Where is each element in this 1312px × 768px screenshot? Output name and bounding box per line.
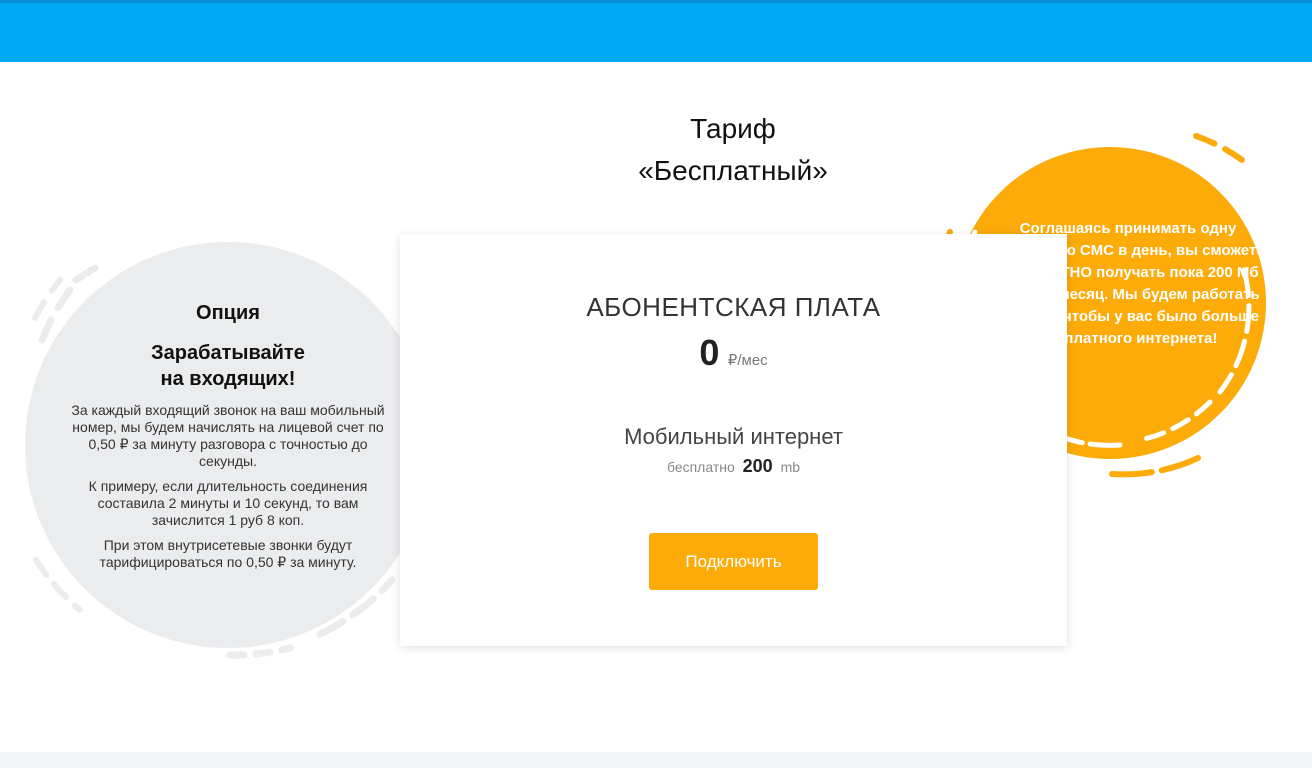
internet-prefix: бесплатно xyxy=(666,459,735,475)
option-description: Опция Зарабатывайте на входящих! За кажд… xyxy=(68,300,388,579)
subscription-fee-label: АБОНЕНТСКАЯ ПЛАТА xyxy=(586,292,881,322)
connect-button[interactable]: Подключить xyxy=(649,533,818,590)
option-paragraph: За каждый входящий звонок на ваш мобильн… xyxy=(71,402,385,469)
footer-strip xyxy=(0,752,1312,768)
mobile-internet-row: бесплатно 200 mb xyxy=(400,456,1067,477)
subscription-fee-unit: ₽/мес xyxy=(727,352,768,369)
option-subtitle-line2: на входящих! xyxy=(160,368,296,390)
mobile-internet-label: Мобильный интернет xyxy=(624,424,843,449)
page-title-line2: «Бесплатный» xyxy=(638,155,828,186)
subscription-fee-row: 0 ₽/мес xyxy=(400,332,1067,374)
option-paragraph: При этом внутрисетевые звонки будут тари… xyxy=(99,537,357,570)
option-title: Опция xyxy=(196,302,260,324)
internet-unit: mb xyxy=(780,459,801,475)
internet-amount: 200 xyxy=(742,456,773,476)
top-header-bar xyxy=(0,0,1312,62)
sms-callout-text: Соглашаясь принимать одну рекламную СМС … xyxy=(991,220,1265,347)
page-title-line1: Тариф xyxy=(690,113,776,144)
option-subtitle: Зарабатывайте на входящих! xyxy=(68,340,388,392)
subscription-fee-value: 0 xyxy=(699,332,720,373)
option-subtitle-line1: Зарабатывайте xyxy=(151,342,305,364)
page-title: Тариф «Бесплатный» xyxy=(533,108,933,192)
option-paragraph: К примеру, если длительность соединения … xyxy=(88,478,368,528)
tariff-card: АБОНЕНТСКАЯ ПЛАТА 0 ₽/мес Мобильный инте… xyxy=(400,234,1067,646)
